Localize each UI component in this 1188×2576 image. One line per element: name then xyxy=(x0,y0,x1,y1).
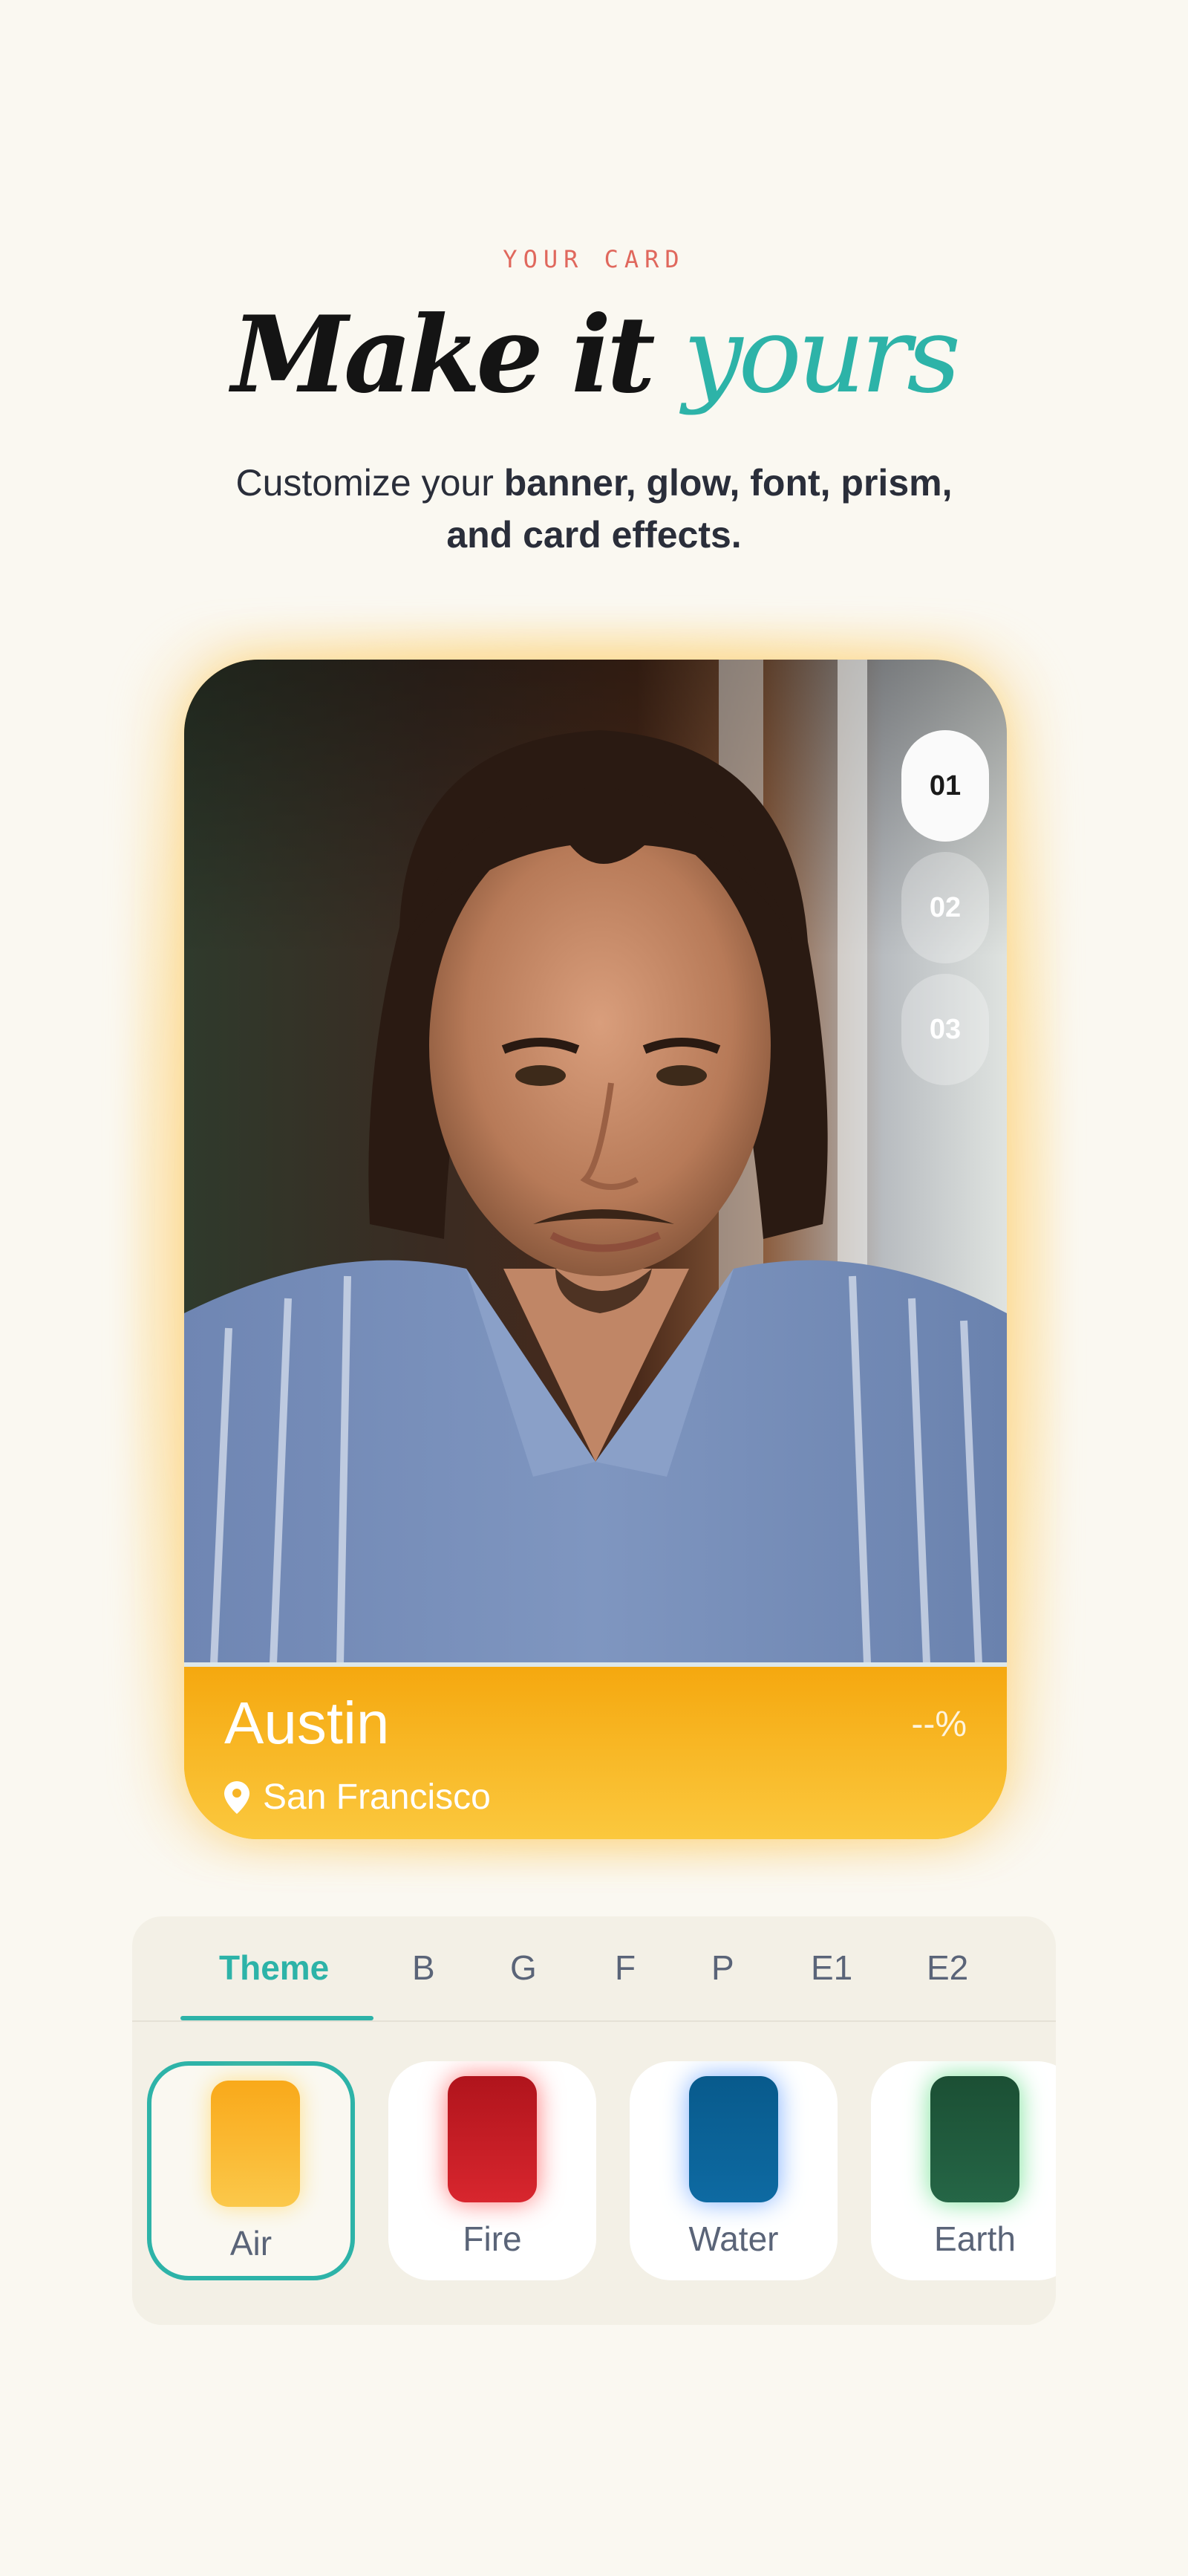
photo-page-3[interactable]: 03 xyxy=(901,974,989,1085)
profile-name: Austin xyxy=(224,1690,390,1756)
theme-label-air: Air xyxy=(229,2224,272,2263)
photo-pager: 01 02 03 xyxy=(901,730,989,1085)
theme-option-air[interactable]: Air xyxy=(147,2061,355,2280)
page-subtitle: Customize your banner, glow, font, prism… xyxy=(223,457,965,561)
tab-e2[interactable]: E2 xyxy=(927,1948,968,1988)
active-tab-indicator xyxy=(180,2016,373,2020)
theme-label-fire: Fire xyxy=(463,2219,522,2258)
location-text: San Francisco xyxy=(263,1777,491,1817)
tab-theme[interactable]: Theme xyxy=(219,1948,329,1988)
profile-card[interactable]: 01 02 03 Austin --% San Francisco xyxy=(184,660,1007,1839)
theme-option-water[interactable]: Water xyxy=(630,2061,838,2280)
headline-main: Make it xyxy=(231,293,656,417)
theme-options: Air Fire Water Earth xyxy=(147,2061,1056,2284)
customizer-panel: Theme B G F P E1 E2 Air Fire Water Earth xyxy=(132,1916,1056,2325)
location-pin-icon xyxy=(224,1780,249,1814)
customizer-tabs: Theme B G F P E1 E2 xyxy=(132,1916,1056,2022)
water-swatch xyxy=(689,2076,778,2202)
profile-photo[interactable]: 01 02 03 xyxy=(184,660,1007,1664)
tab-p[interactable]: P xyxy=(711,1948,734,1988)
theme-label-earth: Earth xyxy=(934,2219,1016,2258)
page-headline: Make it yours xyxy=(0,297,1188,414)
tab-g[interactable]: G xyxy=(510,1948,537,1988)
tab-b[interactable]: B xyxy=(412,1948,435,1988)
headline-accent: yours xyxy=(683,294,961,417)
portrait-illustration xyxy=(184,660,1007,1664)
match-percent: --% xyxy=(911,1705,967,1744)
photo-page-2[interactable]: 02 xyxy=(901,852,989,963)
card-footer: Austin --% San Francisco xyxy=(184,1667,1007,1839)
air-swatch xyxy=(211,2081,300,2207)
theme-option-earth[interactable]: Earth xyxy=(871,2061,1056,2280)
theme-label-water: Water xyxy=(688,2219,779,2258)
eyebrow-label: YOUR CARD xyxy=(503,245,685,273)
theme-option-fire[interactable]: Fire xyxy=(388,2061,596,2280)
earth-swatch xyxy=(930,2076,1019,2202)
profile-location: San Francisco xyxy=(224,1777,491,1818)
subtitle-bold: banner, glow, font, prism, and card effe… xyxy=(446,462,953,556)
tab-e1[interactable]: E1 xyxy=(811,1948,852,1988)
subtitle-lead: Customize your xyxy=(235,462,494,504)
photo-page-1[interactable]: 01 xyxy=(901,730,989,842)
fire-swatch xyxy=(448,2076,537,2202)
tab-f[interactable]: F xyxy=(615,1948,636,1988)
